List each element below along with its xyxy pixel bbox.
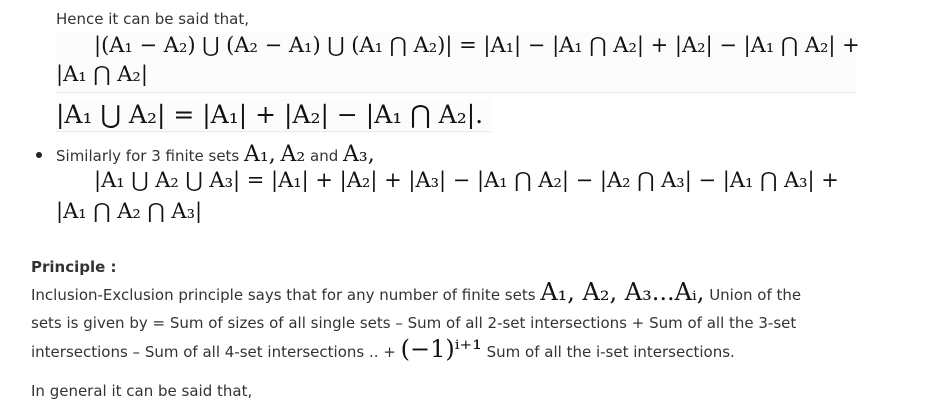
bullet-and-word: and: [310, 147, 339, 165]
principle-line-3: intersections – Sum of all 4-set interse…: [31, 337, 735, 362]
article-page: Hence it can be said that, |(A₁ − A₂) ⋃ …: [0, 0, 926, 415]
equation-1-line-2: |A₁ ⋂ A₂|: [56, 62, 148, 86]
principle-line-3-text: intersections – Sum of all 4-set interse…: [31, 343, 396, 361]
intro-text: Hence it can be said that,: [56, 10, 250, 28]
general-text: In general it can be said that,: [31, 382, 253, 400]
principle-line-1: Inclusion-Exclusion principle says that …: [31, 280, 802, 305]
bullet-set-1: A₁,: [244, 142, 276, 167]
bullet-icon: [36, 152, 42, 158]
principle-line-2: sets is given by = Sum of sizes of all s…: [31, 314, 797, 332]
principle-sets-math: A₁, A₂, A₃...Aᵢ,: [540, 278, 705, 306]
principle-line-1-text: Inclusion-Exclusion principle says that …: [31, 286, 536, 304]
principle-heading: Principle :: [31, 258, 117, 276]
bullet-set-2: A₂: [280, 142, 306, 167]
equation-1-line-1: |(A₁ − A₂) ⋃ (A₂ − A₁) ⋃ (A₁ ⋂ A₂)| = |A…: [94, 33, 860, 57]
equation-2: |A₁ ⋃ A₂| = |A₁| + |A₂| − |A₁ ⋂ A₂|.: [56, 100, 484, 129]
principle-line-1-tail: Union of the: [709, 286, 802, 304]
equation-3-line-2: |A₁ ⋂ A₂ ⋂ A₃|: [56, 199, 203, 223]
bullet-text-lead: Similarly for 3 finite sets: [56, 147, 240, 165]
bullet-set-3: A₃,: [343, 142, 375, 167]
equation-3-line-1: |A₁ ⋃ A₂ ⋃ A₃| = |A₁| + |A₂| + |A₃| − |A…: [94, 168, 839, 192]
bullet-text: Similarly for 3 finite sets A₁, A₂ and A…: [56, 142, 375, 167]
principle-sign-math: (−1)ⁱ⁺¹: [400, 335, 482, 363]
principle-line-3-tail: Sum of all the i-set intersections.: [486, 343, 735, 361]
